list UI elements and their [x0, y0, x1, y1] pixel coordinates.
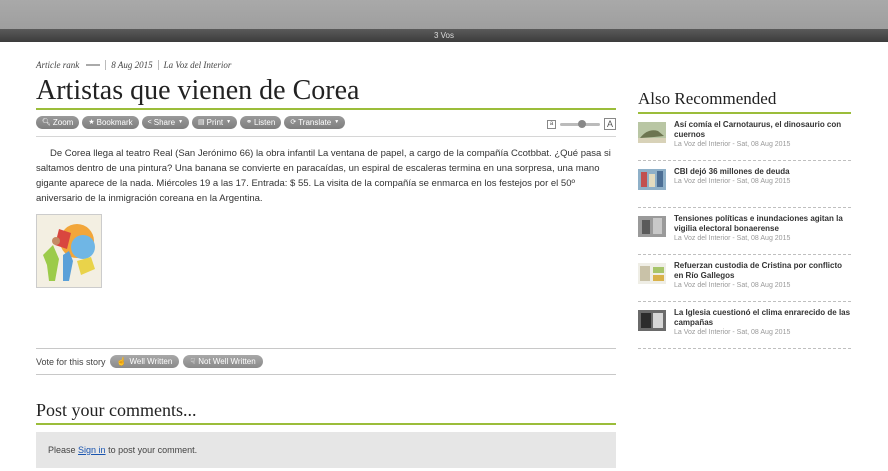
translate-icon: ⟳ [290, 119, 297, 126]
recommended-title[interactable]: Así comía el Carnotaurus, el dinosaurio … [674, 120, 851, 140]
article-toolbar: 🔍︎ Zoom ★ Bookmark < Share ▼ ▤ Print ▼ ⚭ Listen… [36, 110, 616, 137]
vote-bar: Vote for this story ☝ Well Written ☟ Not W… [36, 348, 616, 375]
article-image-graphic [37, 215, 101, 287]
not-well-written-label: Not Well Written [198, 357, 256, 366]
recommended-title[interactable]: La Iglesia cuestionó el clima enrarecido… [674, 308, 851, 328]
listen-label: Listen [253, 118, 276, 127]
recommended-source: La Voz del Interior - Sat, 08 Aug 2015 [674, 141, 791, 148]
chevron-down-icon: ▼ [178, 119, 184, 125]
list-item[interactable]: La Iglesia cuestionó el clima enrarecido… [638, 302, 851, 349]
comments-title: Post your comments... [36, 400, 197, 420]
meta-divider [157, 60, 159, 70]
share-icon: < [147, 119, 152, 126]
recommended-thumbnail[interactable] [638, 263, 666, 284]
translate-button[interactable]: ⟳ Translate ▼ [284, 116, 346, 129]
bookmark-label: Bookmark [96, 118, 133, 127]
headphones-icon: ⚭ [246, 119, 252, 126]
article-title: Artistas que vienen de Corea [36, 75, 360, 106]
list-item[interactable]: CBI dejó 36 millones de deuda La Voz del… [638, 161, 851, 208]
well-written-button[interactable]: ☝ Well Written [109, 355, 180, 368]
comments-suffix: to post your comment. [105, 445, 198, 455]
article-rank-bar [86, 64, 101, 66]
sidebar-title: Also Recommended [638, 89, 777, 108]
printer-icon: ▤ [198, 119, 205, 126]
recommended-thumbnail[interactable] [638, 122, 666, 143]
article-date: 8 Aug 2015 [111, 60, 153, 70]
chevron-down-icon: ▼ [226, 119, 232, 125]
star-icon: ★ [88, 119, 95, 126]
text-larger-button[interactable]: A [604, 118, 616, 130]
not-well-written-button[interactable]: ☟ Not Well Written [183, 355, 263, 368]
comments-signin-box: Please Sign in to post your comment. [36, 432, 616, 468]
chevron-down-icon: ▼ [334, 119, 340, 125]
print-button[interactable]: ▤ Print ▼ [192, 116, 238, 129]
recommended-title[interactable]: Tensiones políticas e inundaciones agita… [674, 214, 851, 234]
list-item[interactable]: Tensiones políticas e inundaciones agita… [638, 208, 851, 255]
article-main: Article rank 8 Aug 2015 La Voz del Inter… [36, 60, 616, 468]
article-body: De Corea llega al teatro Real (San Jerón… [36, 148, 611, 204]
well-written-label: Well Written [129, 357, 173, 366]
recommended-source: La Voz del Interior - Sat, 08 Aug 2015 [674, 329, 791, 336]
recommended-thumbnail[interactable] [638, 310, 666, 331]
recommended-source: La Voz del Interior - Sat, 08 Aug 2015 [674, 178, 791, 185]
zoom-button[interactable]: 🔍︎ Zoom [36, 116, 80, 129]
share-label: Share [153, 118, 176, 127]
sign-in-link[interactable]: Sign in [78, 445, 106, 455]
recommended-source: La Voz del Interior - Sat, 08 Aug 2015 [674, 235, 791, 242]
vote-label: Vote for this story [36, 356, 106, 367]
recommended-source: La Voz del Interior - Sat, 08 Aug 2015 [674, 282, 791, 289]
listen-button[interactable]: ⚭ Listen [240, 116, 282, 129]
bookmark-button[interactable]: ★ Bookmark [82, 116, 139, 129]
meta-divider [105, 60, 107, 70]
share-button[interactable]: < Share ▼ [141, 116, 190, 129]
article-image[interactable] [36, 214, 102, 288]
top-bar: 3 Vos [0, 0, 888, 42]
thumbs-down-icon: ☟ [190, 357, 196, 366]
slider-knob[interactable] [578, 119, 586, 128]
translate-label: Translate [298, 118, 332, 127]
magnifier-icon: 🔍︎ [42, 119, 51, 126]
recommended-thumbnail[interactable] [638, 216, 666, 237]
article-rank-label: Article rank [36, 60, 80, 70]
top-bar-label: 3 Vos [0, 29, 888, 42]
recommended-thumbnail[interactable] [638, 169, 666, 190]
zoom-label: Zoom [52, 118, 74, 127]
recommended-title[interactable]: Refuerzan custodia de Cristina por confl… [674, 261, 851, 281]
comments-rule [36, 423, 616, 425]
print-label: Print [206, 118, 224, 127]
article-meta: Article rank 8 Aug 2015 La Voz del Inter… [36, 60, 616, 70]
text-size-slider[interactable] [560, 119, 600, 128]
text-size-control: a A [547, 118, 616, 130]
comments-prefix: Please [48, 445, 79, 455]
article-source: La Voz del Interior [163, 60, 232, 70]
sidebar: Also Recommended Así comía el Carnotauru… [638, 88, 851, 349]
recommended-title[interactable]: CBI dejó 36 millones de deuda [674, 167, 851, 177]
list-item[interactable]: Así comía el Carnotaurus, el dinosaurio … [638, 114, 851, 161]
list-item[interactable]: Refuerzan custodia de Cristina por confl… [638, 255, 851, 302]
text-smaller-button[interactable]: a [547, 119, 556, 129]
thumbs-up-icon: ☝ [116, 357, 127, 366]
